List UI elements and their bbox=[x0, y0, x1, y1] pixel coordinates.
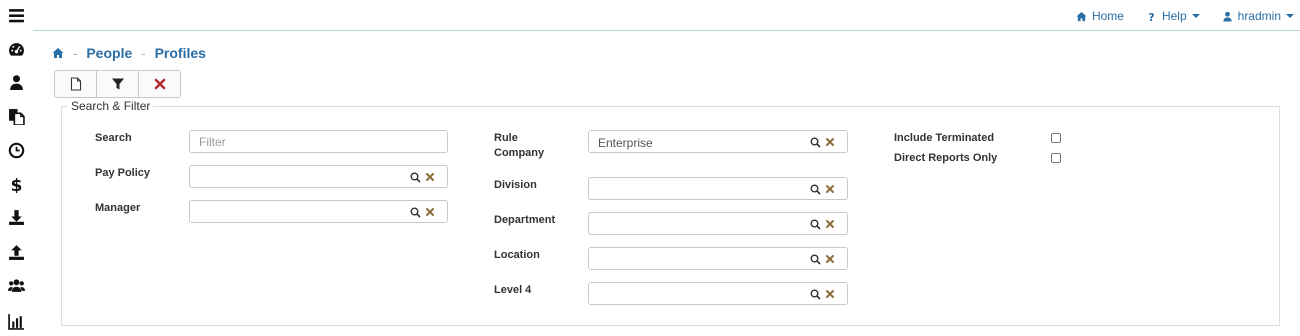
breadcrumb-people[interactable]: People bbox=[86, 45, 132, 61]
upload-icon[interactable] bbox=[8, 244, 25, 261]
clear-icon[interactable] bbox=[825, 219, 835, 229]
department-field[interactable] bbox=[588, 212, 848, 235]
question-icon: ? bbox=[1148, 11, 1154, 22]
chevron-down-icon bbox=[1286, 14, 1294, 18]
division-field[interactable] bbox=[588, 177, 848, 200]
location-label: Location bbox=[494, 249, 540, 261]
clear-icon[interactable] bbox=[425, 172, 435, 182]
user-icon[interactable] bbox=[8, 74, 25, 91]
user-icon bbox=[1223, 11, 1232, 22]
toolbar bbox=[54, 70, 181, 98]
search-icon[interactable] bbox=[410, 172, 421, 183]
filter-icon bbox=[111, 78, 124, 90]
help-menu-label: Help bbox=[1161, 9, 1187, 23]
clear-icon[interactable] bbox=[825, 137, 835, 147]
home-icon[interactable] bbox=[52, 47, 64, 59]
division-label: Division bbox=[494, 179, 537, 191]
search-icon[interactable] bbox=[410, 207, 421, 218]
svg-text:?: ? bbox=[1148, 11, 1154, 22]
rule-company-value: Enterprise bbox=[598, 136, 653, 150]
breadcrumb-profiles[interactable]: Profiles bbox=[155, 45, 206, 61]
pay-policy-label: Pay Policy bbox=[95, 167, 151, 179]
user-menu[interactable]: hradmin bbox=[1222, 9, 1294, 23]
search-icon[interactable] bbox=[810, 184, 821, 195]
new-button[interactable] bbox=[54, 70, 97, 98]
search-icon[interactable] bbox=[810, 289, 821, 300]
clear-icon[interactable] bbox=[825, 184, 835, 194]
manager-label: Manager bbox=[95, 202, 141, 214]
pay-policy-field[interactable] bbox=[189, 165, 448, 188]
help-menu[interactable]: ? Help bbox=[1146, 9, 1200, 23]
clear-filter-button[interactable] bbox=[138, 70, 181, 98]
download-icon[interactable] bbox=[8, 209, 25, 226]
rule-company-field[interactable]: Enterprise bbox=[588, 130, 848, 153]
breadcrumb-separator: - bbox=[141, 45, 146, 61]
breadcrumb: - People - Profiles bbox=[52, 45, 206, 61]
clear-icon[interactable] bbox=[425, 207, 435, 217]
search-icon[interactable] bbox=[810, 254, 821, 265]
department-label: Department bbox=[494, 214, 556, 226]
dashboard-icon[interactable] bbox=[8, 41, 25, 58]
level4-field[interactable] bbox=[588, 282, 848, 305]
panel-legend: Search & Filter bbox=[68, 99, 154, 113]
search-input[interactable] bbox=[190, 131, 447, 152]
clear-icon[interactable] bbox=[825, 289, 835, 299]
top-bar: Home ? Help hradmin bbox=[33, 0, 1300, 31]
svg-text:$: $ bbox=[11, 176, 23, 193]
location-field[interactable] bbox=[588, 247, 848, 270]
chevron-down-icon bbox=[1191, 14, 1200, 18]
users-icon[interactable] bbox=[8, 277, 25, 294]
level4-label: Level 4 bbox=[494, 284, 532, 296]
home-link-label: Home bbox=[1091, 9, 1124, 23]
filter-button[interactable] bbox=[96, 70, 139, 98]
home-icon bbox=[1076, 11, 1087, 21]
clear-icon[interactable] bbox=[825, 254, 835, 264]
manager-field[interactable] bbox=[189, 200, 448, 223]
include-terminated-checkbox[interactable] bbox=[1051, 133, 1061, 143]
rule-company-label-line1: Rule bbox=[494, 132, 518, 144]
search-icon[interactable] bbox=[810, 219, 821, 230]
search-label: Search bbox=[95, 132, 132, 144]
home-link[interactable]: Home bbox=[1076, 9, 1124, 23]
search-icon[interactable] bbox=[810, 137, 821, 148]
breadcrumb-separator: - bbox=[73, 45, 78, 61]
left-sidebar: $ bbox=[0, 0, 33, 336]
documents-icon[interactable] bbox=[8, 108, 25, 125]
dollar-icon[interactable]: $ bbox=[8, 176, 25, 193]
chart-icon[interactable] bbox=[8, 313, 25, 330]
clock-icon[interactable] bbox=[8, 142, 25, 159]
delete-icon bbox=[154, 78, 165, 90]
rule-company-label-line2: Company bbox=[494, 147, 545, 159]
direct-reports-label: Direct Reports Only bbox=[894, 152, 998, 164]
include-terminated-label: Include Terminated bbox=[894, 132, 995, 144]
search-field bbox=[189, 130, 448, 153]
new-document-icon bbox=[70, 77, 81, 91]
rule-company-label: Rule Company bbox=[494, 131, 544, 161]
direct-reports-checkbox[interactable] bbox=[1051, 153, 1061, 163]
top-menu: Home ? Help hradmin bbox=[1054, 9, 1294, 23]
user-menu-label: hradmin bbox=[1237, 9, 1281, 23]
menu-icon[interactable] bbox=[8, 7, 25, 24]
